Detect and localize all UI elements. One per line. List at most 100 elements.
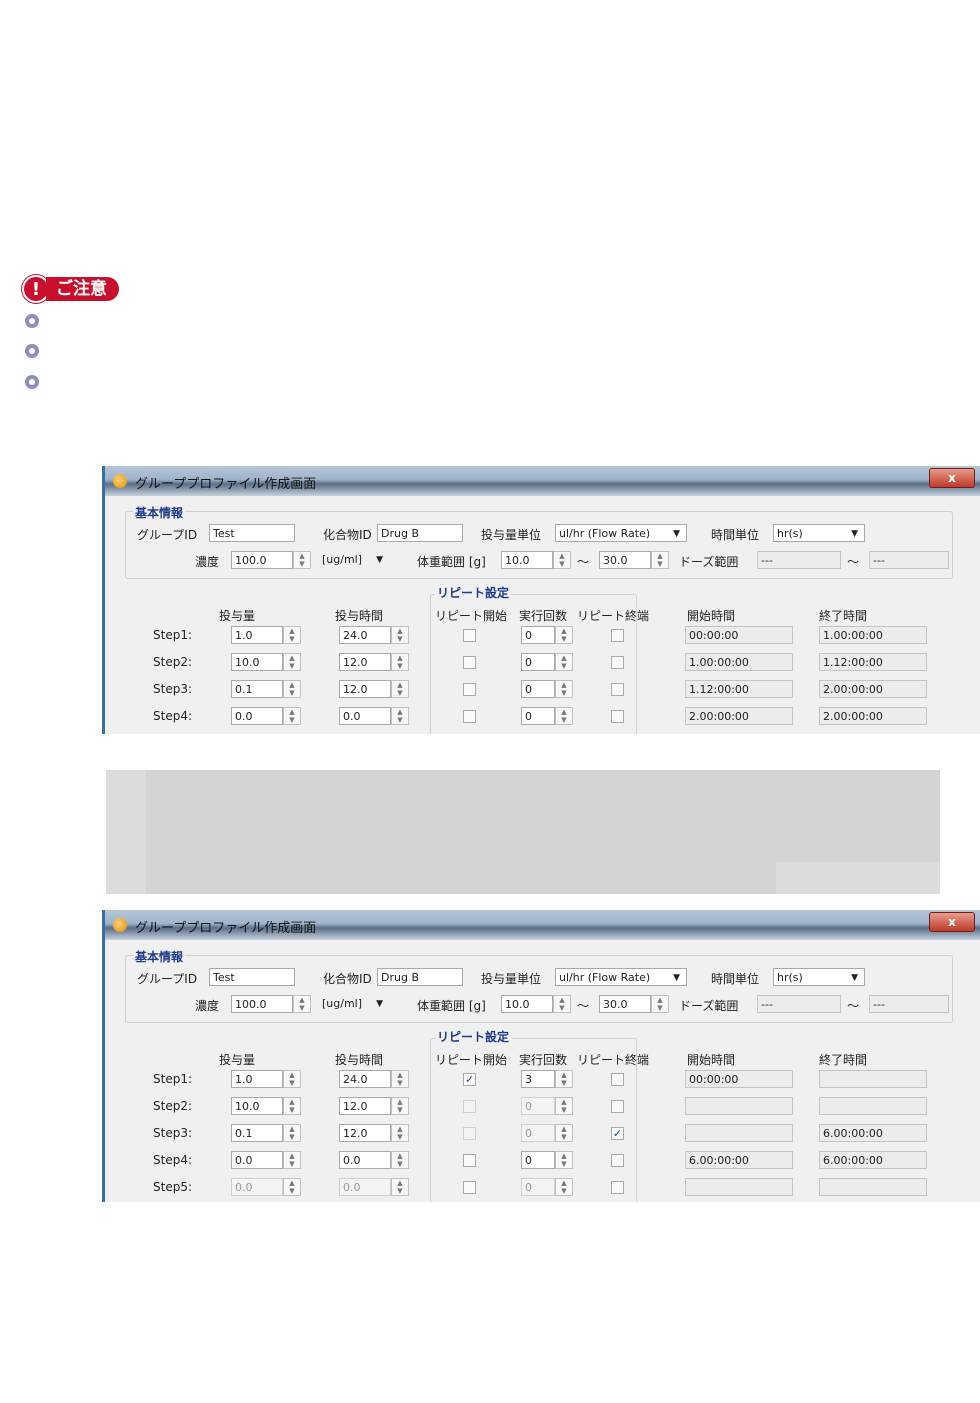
time-spinner[interactable]: ▲ ▼ bbox=[391, 626, 409, 644]
weight-min-spinner[interactable]: ▲ ▼ bbox=[553, 995, 571, 1013]
time-spinner[interactable]: ▲ ▼ bbox=[391, 1070, 409, 1088]
dose-spinner[interactable]: ▲ ▼ bbox=[283, 1178, 301, 1196]
compound-field[interactable]: Drug B bbox=[377, 524, 463, 542]
conc-spinner[interactable]: ▲ ▼ bbox=[293, 551, 311, 569]
time-spinner[interactable]: ▲ ▼ bbox=[391, 1151, 409, 1169]
count-field[interactable]: 0 bbox=[521, 1151, 555, 1169]
weight-max-spinner[interactable]: ▲ ▼ bbox=[651, 995, 669, 1013]
dose-spinner[interactable]: ▲ ▼ bbox=[283, 626, 301, 644]
count-spinner[interactable]: ▲ ▼ bbox=[555, 653, 573, 671]
repeat-end-checkbox[interactable] bbox=[611, 1073, 624, 1086]
count-field[interactable]: 0 bbox=[521, 1124, 555, 1142]
conc-field[interactable]: 100.0 bbox=[231, 551, 293, 569]
weight-min-field[interactable]: 10.0 bbox=[501, 551, 553, 569]
close-button[interactable]: x bbox=[929, 468, 975, 488]
dose-spinner[interactable]: ▲ ▼ bbox=[283, 680, 301, 698]
dose-field[interactable]: 0.1 bbox=[231, 1124, 283, 1142]
repeat-end-checkbox[interactable] bbox=[611, 1154, 624, 1167]
time-unit-select[interactable]: hr(s) ▼ bbox=[773, 524, 865, 542]
dose-field[interactable]: 0.1 bbox=[231, 680, 283, 698]
conc-label: 濃度 bbox=[195, 555, 220, 569]
dose-spinner[interactable]: ▲ ▼ bbox=[283, 1070, 301, 1088]
time-field[interactable]: 24.0 bbox=[339, 1070, 391, 1088]
time-field[interactable]: 0.0 bbox=[339, 1178, 391, 1196]
weight-min-spinner[interactable]: ▲ ▼ bbox=[553, 551, 571, 569]
weight-max-field[interactable]: 30.0 bbox=[599, 995, 651, 1013]
count-spinner[interactable]: ▲ ▼ bbox=[555, 680, 573, 698]
time-field[interactable]: 12.0 bbox=[339, 1097, 391, 1115]
count-field[interactable]: 0 bbox=[521, 1178, 555, 1196]
conc-spinner[interactable]: ▲ ▼ bbox=[293, 995, 311, 1013]
repeat-end-checkbox[interactable] bbox=[611, 683, 624, 696]
weight-min-field[interactable]: 10.0 bbox=[501, 995, 553, 1013]
dose-field[interactable]: 0.0 bbox=[231, 707, 283, 725]
count-field[interactable]: 0 bbox=[521, 707, 555, 725]
time-field[interactable]: 12.0 bbox=[339, 1124, 391, 1142]
repeat-start-checkbox[interactable] bbox=[463, 1127, 476, 1140]
dose-field[interactable]: 0.0 bbox=[231, 1178, 283, 1196]
repeat-start-checkbox[interactable] bbox=[463, 656, 476, 669]
dose-unit-select[interactable]: ul/hr (Flow Rate) ▼ bbox=[555, 524, 687, 542]
count-field[interactable]: 0 bbox=[521, 1097, 555, 1115]
conc-unit-select[interactable]: [ug/ml] ▼ bbox=[319, 995, 389, 1013]
count-field[interactable]: 3 bbox=[521, 1070, 555, 1088]
time-spinner[interactable]: ▲ ▼ bbox=[391, 707, 409, 725]
group-id-field[interactable]: Test bbox=[209, 968, 295, 986]
repeat-end-checkbox[interactable]: ✓ bbox=[611, 1127, 624, 1140]
dose-spinner[interactable]: ▲ ▼ bbox=[283, 1151, 301, 1169]
repeat-end-checkbox[interactable] bbox=[611, 710, 624, 723]
step-label: Step3: bbox=[153, 682, 192, 696]
time-field[interactable]: 12.0 bbox=[339, 680, 391, 698]
count-spinner[interactable]: ▲ ▼ bbox=[555, 1097, 573, 1115]
repeat-start-checkbox[interactable] bbox=[463, 710, 476, 723]
repeat-start-checkbox[interactable]: ✓ bbox=[463, 1073, 476, 1086]
group-id-field[interactable]: Test bbox=[209, 524, 295, 542]
dose-field[interactable]: 1.0 bbox=[231, 1070, 283, 1088]
dose-spinner[interactable]: ▲ ▼ bbox=[283, 707, 301, 725]
close-button[interactable]: x bbox=[929, 912, 975, 932]
col-repeat-end-header: リピート終端 bbox=[577, 609, 650, 623]
time-spinner[interactable]: ▲ ▼ bbox=[391, 1097, 409, 1115]
time-spinner[interactable]: ▲ ▼ bbox=[391, 1124, 409, 1142]
dose-field[interactable]: 10.0 bbox=[231, 653, 283, 671]
repeat-start-checkbox[interactable] bbox=[463, 683, 476, 696]
dose-field[interactable]: 10.0 bbox=[231, 1097, 283, 1115]
count-spinner[interactable]: ▲ ▼ bbox=[555, 626, 573, 644]
repeat-start-checkbox[interactable] bbox=[463, 1100, 476, 1113]
repeat-end-checkbox[interactable] bbox=[611, 629, 624, 642]
count-field[interactable]: 0 bbox=[521, 653, 555, 671]
repeat-start-checkbox[interactable] bbox=[463, 1154, 476, 1167]
time-field[interactable]: 12.0 bbox=[339, 653, 391, 671]
count-field[interactable]: 0 bbox=[521, 626, 555, 644]
conc-field[interactable]: 100.0 bbox=[231, 995, 293, 1013]
time-spinner[interactable]: ▲ ▼ bbox=[391, 653, 409, 671]
repeat-end-checkbox[interactable] bbox=[611, 1100, 624, 1113]
dose-unit-select[interactable]: ul/hr (Flow Rate) ▼ bbox=[555, 968, 687, 986]
col-count-header: 実行回数 bbox=[519, 1053, 568, 1067]
repeat-end-checkbox[interactable] bbox=[611, 656, 624, 669]
time-field[interactable]: 0.0 bbox=[339, 1151, 391, 1169]
compound-field[interactable]: Drug B bbox=[377, 968, 463, 986]
time-field[interactable]: 24.0 bbox=[339, 626, 391, 644]
conc-unit-select[interactable]: [ug/ml] ▼ bbox=[319, 551, 389, 569]
repeat-start-checkbox[interactable] bbox=[463, 629, 476, 642]
count-spinner[interactable]: ▲ ▼ bbox=[555, 1178, 573, 1196]
weight-max-field[interactable]: 30.0 bbox=[599, 551, 651, 569]
dose-spinner[interactable]: ▲ ▼ bbox=[283, 653, 301, 671]
dose-field[interactable]: 0.0 bbox=[231, 1151, 283, 1169]
count-spinner[interactable]: ▲ ▼ bbox=[555, 1124, 573, 1142]
time-unit-select[interactable]: hr(s) ▼ bbox=[773, 968, 865, 986]
time-field[interactable]: 0.0 bbox=[339, 707, 391, 725]
dose-field[interactable]: 1.0 bbox=[231, 626, 283, 644]
dose-spinner[interactable]: ▲ ▼ bbox=[283, 1097, 301, 1115]
count-spinner[interactable]: ▲ ▼ bbox=[555, 707, 573, 725]
weight-max-spinner[interactable]: ▲ ▼ bbox=[651, 551, 669, 569]
repeat-start-checkbox[interactable] bbox=[463, 1181, 476, 1194]
count-spinner[interactable]: ▲ ▼ bbox=[555, 1070, 573, 1088]
repeat-end-checkbox[interactable] bbox=[611, 1181, 624, 1194]
time-spinner[interactable]: ▲ ▼ bbox=[391, 680, 409, 698]
time-spinner[interactable]: ▲ ▼ bbox=[391, 1178, 409, 1196]
dose-spinner[interactable]: ▲ ▼ bbox=[283, 1124, 301, 1142]
count-spinner[interactable]: ▲ ▼ bbox=[555, 1151, 573, 1169]
count-field[interactable]: 0 bbox=[521, 680, 555, 698]
